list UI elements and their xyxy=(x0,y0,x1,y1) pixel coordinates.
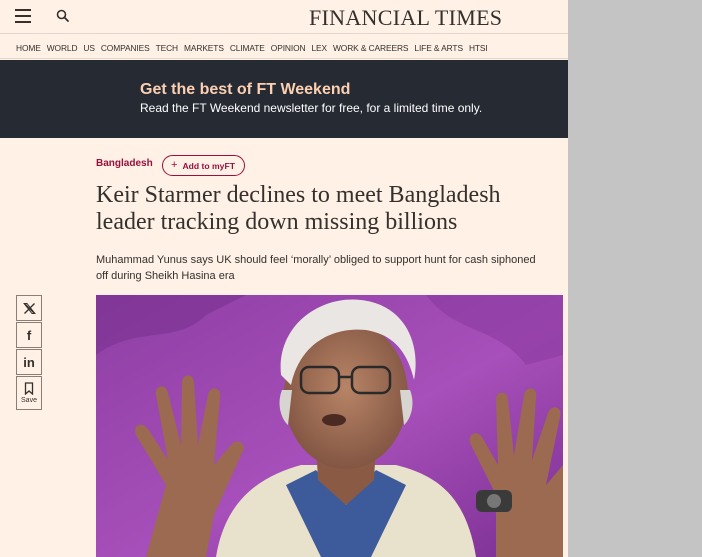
yunus-photo-illustration xyxy=(96,295,563,557)
add-to-myft-button[interactable]: + Add to myFT xyxy=(162,155,245,176)
x-icon xyxy=(22,302,36,314)
nav-item-htsi[interactable]: HTSI xyxy=(469,43,488,53)
nav-item-us[interactable]: US xyxy=(83,43,95,53)
promo-text: Read the FT Weekend newsletter for free,… xyxy=(140,101,483,115)
article-standfirst: Muhammad Yunus says UK should feel ‘mora… xyxy=(96,254,536,282)
hamburger-menu-icon[interactable] xyxy=(15,9,31,23)
article-headline: Keir Starmer declines to meet Bangladesh… xyxy=(96,182,501,235)
nav-item-home[interactable]: HOME xyxy=(16,43,41,53)
nav-item-work-careers[interactable]: WORK & CAREERS xyxy=(333,43,408,53)
add-to-myft-label: Add to myFT xyxy=(182,160,235,171)
plus-icon: + xyxy=(171,159,178,171)
nav-item-companies[interactable]: COMPANIES xyxy=(101,43,150,53)
facebook-icon: f xyxy=(26,327,32,343)
save-label: Save xyxy=(21,397,37,404)
ft-logo[interactable]: FINANCIAL TIMES xyxy=(309,5,502,31)
nav-item-world[interactable]: WORLD xyxy=(47,43,78,53)
promo-title[interactable]: Get the best of FT Weekend xyxy=(140,81,350,99)
share-facebook-button[interactable]: f xyxy=(16,322,42,348)
hero-image xyxy=(96,295,563,557)
nav-item-markets[interactable]: MARKETS xyxy=(184,43,224,53)
nav-divider xyxy=(0,58,568,59)
linkedin-icon: in xyxy=(23,354,35,370)
share-linkedin-button[interactable]: in xyxy=(16,349,42,375)
share-x-button[interactable] xyxy=(16,295,42,321)
nav-item-lex[interactable]: LEX xyxy=(311,43,327,53)
top-bar: FINANCIAL TIMES xyxy=(0,0,568,34)
nav-item-tech[interactable]: TECH xyxy=(156,43,179,53)
share-bar: f in Save xyxy=(16,295,42,411)
nav-item-life-arts[interactable]: LIFE & ARTS xyxy=(414,43,463,53)
main-nav: HOME WORLD US COMPANIES TECH MARKETS CLI… xyxy=(16,43,488,53)
nav-item-opinion[interactable]: OPINION xyxy=(271,43,306,53)
ft-article-page: FINANCIAL TIMES HOME WORLD US COMPANIES … xyxy=(0,0,568,557)
search-icon[interactable] xyxy=(55,8,71,24)
bookmark-icon xyxy=(24,382,34,395)
nav-item-climate[interactable]: CLIMATE xyxy=(230,43,265,53)
save-button[interactable]: Save xyxy=(16,376,42,410)
ft-weekend-promo-banner[interactable]: Get the best of FT Weekend Read the FT W… xyxy=(0,60,568,138)
topic-link[interactable]: Bangladesh xyxy=(96,158,153,169)
